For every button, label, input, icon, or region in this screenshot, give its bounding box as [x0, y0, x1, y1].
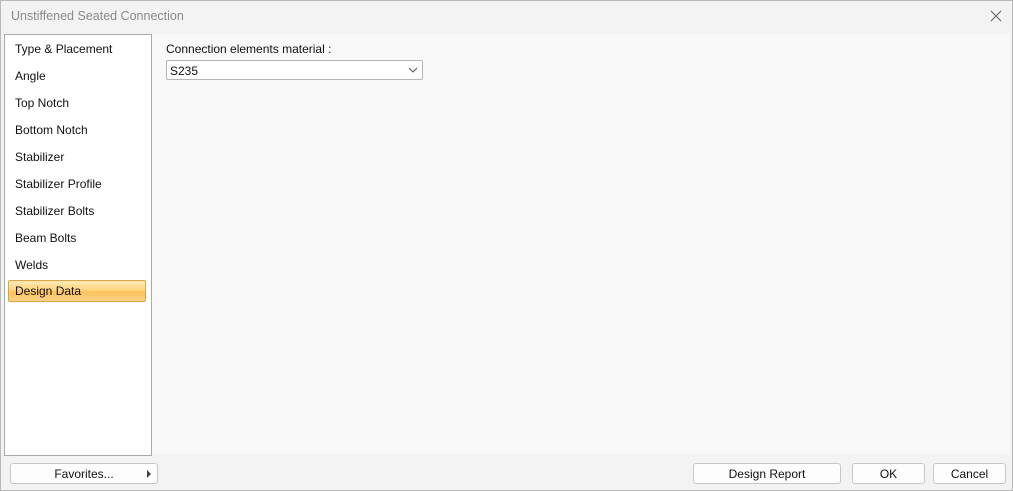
close-icon: [990, 10, 1002, 22]
sidebar-item-bottom-notch[interactable]: Bottom Notch: [8, 119, 146, 141]
title-bar: Unstiffened Seated Connection: [1, 1, 1012, 32]
sidebar-item-stabilizer-bolts[interactable]: Stabilizer Bolts: [8, 200, 146, 222]
sidebar-item-beam-bolts[interactable]: Beam Bolts: [8, 227, 146, 249]
material-value: S235: [170, 64, 199, 78]
chevron-down-icon: [408, 67, 418, 73]
sidebar-item-type-placement[interactable]: Type & Placement: [8, 38, 146, 60]
material-label: Connection elements material :: [166, 42, 332, 56]
sidebar-item-welds[interactable]: Welds: [8, 254, 146, 276]
design-data-panel: Connection elements material : S235: [152, 34, 1010, 454]
category-list: Type & Placement Angle Top Notch Bottom …: [4, 34, 152, 456]
favorites-label: Favorites...: [54, 466, 114, 481]
design-report-button[interactable]: Design Report: [693, 463, 841, 484]
close-button[interactable]: [984, 4, 1008, 28]
sidebar-item-top-notch[interactable]: Top Notch: [8, 92, 146, 114]
material-select[interactable]: S235: [166, 60, 423, 80]
dialog-window: Unstiffened Seated Connection Type & Pla…: [0, 0, 1013, 491]
sidebar-item-stabilizer-profile[interactable]: Stabilizer Profile: [8, 173, 146, 195]
sidebar-item-stabilizer[interactable]: Stabilizer: [8, 146, 146, 168]
cancel-button[interactable]: Cancel: [933, 463, 1006, 484]
sidebar-item-angle[interactable]: Angle: [8, 65, 146, 87]
sidebar-item-design-data[interactable]: Design Data: [8, 280, 146, 302]
ok-button[interactable]: OK: [852, 463, 925, 484]
favorites-button[interactable]: Favorites...: [10, 463, 158, 484]
button-bar: Favorites... Design Report OK Cancel: [1, 457, 1012, 490]
chevron-right-icon: [147, 470, 151, 478]
window-title: Unstiffened Seated Connection: [11, 9, 184, 23]
